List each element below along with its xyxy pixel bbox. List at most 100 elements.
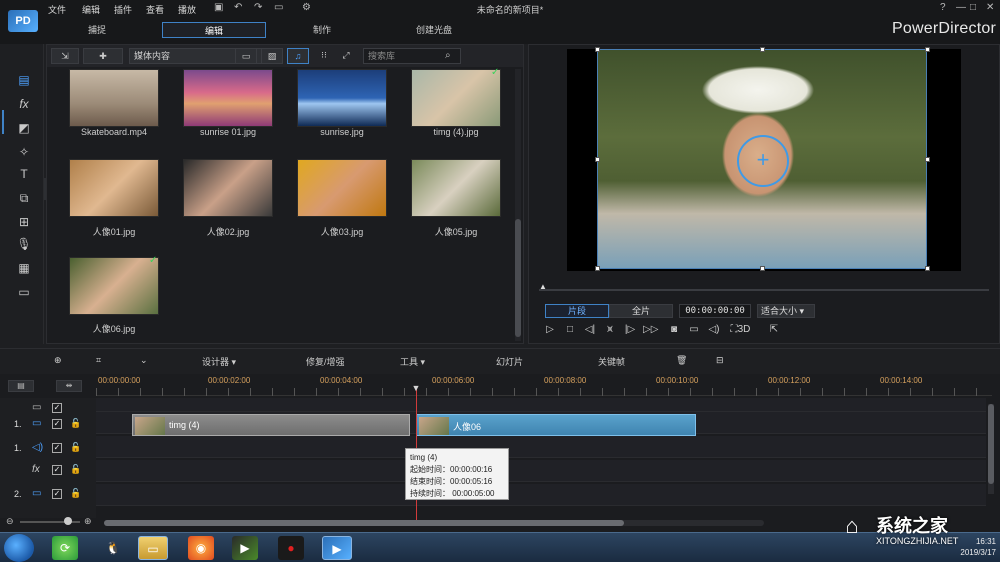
resize-handle[interactable]: [925, 266, 930, 271]
track-lane[interactable]: [96, 436, 986, 458]
media-thumbnail[interactable]: [69, 159, 159, 217]
fit-timeline-icon[interactable]: ⇹: [56, 380, 82, 392]
powerdirector-taskbar-icon[interactable]: ▶: [322, 536, 352, 560]
redo-icon[interactable]: ↷: [254, 2, 262, 13]
subtitle-icon[interactable]: ▭: [687, 323, 701, 337]
keyframe-button[interactable]: 关键帧: [598, 355, 625, 368]
title-room-icon[interactable]: T: [16, 166, 32, 182]
lock-icon[interactable]: 🔓: [70, 418, 81, 429]
3d-mode-button[interactable]: 3D: [731, 323, 757, 337]
audio-mix-room-icon[interactable]: ⊞: [16, 214, 32, 230]
split-icon[interactable]: ⩙: [603, 323, 617, 337]
maximize-icon[interactable]: □: [970, 2, 976, 13]
tools-menu[interactable]: 工具 ▾: [400, 355, 425, 368]
media-thumbnail[interactable]: [297, 159, 387, 217]
timeline-vertical-scrollbar-thumb[interactable]: [988, 404, 994, 484]
track-enable-checkbox[interactable]: ✓: [52, 419, 62, 429]
file-explorer-icon[interactable]: ▭: [138, 536, 168, 560]
play-icon[interactable]: ▷: [543, 323, 557, 337]
refresh-app-icon[interactable]: ⟳: [52, 536, 78, 560]
chapter-room-icon[interactable]: ▦: [16, 260, 32, 276]
close-icon[interactable]: ✕: [986, 2, 994, 13]
timeline-horizontal-scrollbar-thumb[interactable]: [104, 520, 624, 526]
voiceover-room-icon[interactable]: 🎙: [16, 236, 32, 252]
resize-handle[interactable]: [760, 47, 765, 52]
zoom-in-icon[interactable]: ⊕: [84, 516, 92, 527]
start-button-icon[interactable]: [4, 534, 34, 562]
track-manager-icon[interactable]: ⊕: [54, 355, 62, 366]
music-filter-icon[interactable]: ♫: [287, 48, 309, 64]
tab-clip[interactable]: 片段: [545, 304, 609, 318]
timeline-clip[interactable]: 人像06: [416, 414, 696, 436]
image-filter-icon[interactable]: ▨: [261, 48, 283, 64]
crop-icon[interactable]: ⌗: [96, 355, 101, 366]
resize-handle[interactable]: [925, 47, 930, 52]
trash-icon[interactable]: 🗑: [676, 355, 687, 366]
tab-capture[interactable]: 捕捉: [62, 22, 132, 38]
grid-view-icon[interactable]: ⁝⁝: [315, 48, 333, 64]
expand-view-icon[interactable]: ⤢: [337, 48, 355, 64]
resize-handle[interactable]: [595, 47, 600, 52]
particle-room-icon[interactable]: ✧: [16, 144, 32, 160]
tab-movie[interactable]: 全片: [609, 304, 673, 318]
volume-icon[interactable]: ◁): [707, 323, 721, 337]
minimize-icon[interactable]: —: [956, 2, 966, 13]
storyboard-view-icon[interactable]: ▤: [8, 380, 34, 392]
track-lane[interactable]: [96, 460, 986, 482]
tab-produce[interactable]: 制作: [290, 22, 354, 38]
qq-penguin-icon[interactable]: 🐧: [100, 536, 126, 560]
zoom-handle[interactable]: [64, 517, 72, 525]
track-enable-checkbox[interactable]: ✓: [52, 443, 62, 453]
plugin-puzzle-icon[interactable]: ✚: [83, 48, 123, 64]
media-thumbnail[interactable]: [297, 69, 387, 127]
tab-create-disc[interactable]: 创建光盘: [394, 22, 474, 38]
timeline-zoom-slider[interactable]: ⊖ ⊕: [6, 516, 98, 528]
next-frame-icon[interactable]: |▷: [623, 323, 637, 337]
prev-frame-icon[interactable]: ◁|: [583, 323, 597, 337]
track-enable-checkbox[interactable]: ✓: [52, 465, 62, 475]
menu-plugins[interactable]: 插件: [114, 3, 132, 16]
media-thumbnail[interactable]: [69, 257, 159, 315]
settings-gear-icon[interactable]: ⚙: [302, 2, 311, 13]
resolution-icon[interactable]: ▭: [274, 2, 283, 13]
resize-handle[interactable]: [595, 266, 600, 271]
transition-room-icon[interactable]: ⧉: [16, 190, 32, 206]
fx-room-icon[interactable]: fx: [16, 96, 32, 112]
playhead-marker-icon[interactable]: ▼: [411, 384, 421, 393]
menu-play[interactable]: 播放: [178, 3, 196, 16]
timecode-field[interactable]: 00:00:00:00: [679, 304, 751, 318]
track-enable-checkbox[interactable]: ✓: [52, 403, 62, 413]
lock-icon[interactable]: 🔓: [70, 488, 81, 499]
firefox-icon[interactable]: ◉: [188, 536, 214, 560]
import-media-icon[interactable]: ⇲: [51, 48, 79, 64]
designer-menu[interactable]: 设计器 ▾: [202, 355, 236, 368]
media-room-icon[interactable]: ▤: [16, 72, 32, 88]
motion-target-icon[interactable]: +: [737, 135, 789, 187]
timeline-vertical-scrollbar[interactable]: [988, 404, 994, 494]
media-thumbnail[interactable]: [183, 159, 273, 217]
video-filter-icon[interactable]: ▭: [235, 48, 257, 64]
resize-handle[interactable]: [760, 266, 765, 271]
pip-room-icon[interactable]: ◩: [16, 120, 32, 136]
record-icon[interactable]: ●: [278, 536, 304, 560]
track-lane[interactable]: [96, 398, 986, 412]
media-thumbnail[interactable]: [411, 69, 501, 127]
menu-view[interactable]: 查看: [146, 3, 164, 16]
lock-icon[interactable]: 🔓: [70, 442, 81, 453]
preview-scrub-bar[interactable]: [539, 289, 989, 291]
resize-handle[interactable]: [595, 157, 600, 162]
fit-size-dropdown[interactable]: 适合大小 ▾: [757, 304, 815, 318]
library-scrollbar-thumb[interactable]: [515, 219, 521, 337]
slideshow-button[interactable]: 幻灯片: [496, 355, 523, 368]
media-player-icon[interactable]: ▶: [232, 536, 258, 560]
undock-icon[interactable]: ⇱: [767, 323, 781, 337]
fast-forward-icon[interactable]: ▷▷: [643, 323, 658, 337]
menu-file[interactable]: 文件: [48, 3, 66, 16]
track-enable-checkbox[interactable]: ✓: [52, 489, 62, 499]
save-icon[interactable]: ▣: [214, 2, 223, 13]
timeline-horizontal-scrollbar[interactable]: [104, 520, 764, 526]
subtitle-room-icon[interactable]: ▭: [16, 284, 32, 300]
snapshot-icon[interactable]: ◙: [667, 323, 681, 337]
track-lane[interactable]: [96, 484, 986, 506]
menu-edit[interactable]: 编辑: [82, 3, 100, 16]
